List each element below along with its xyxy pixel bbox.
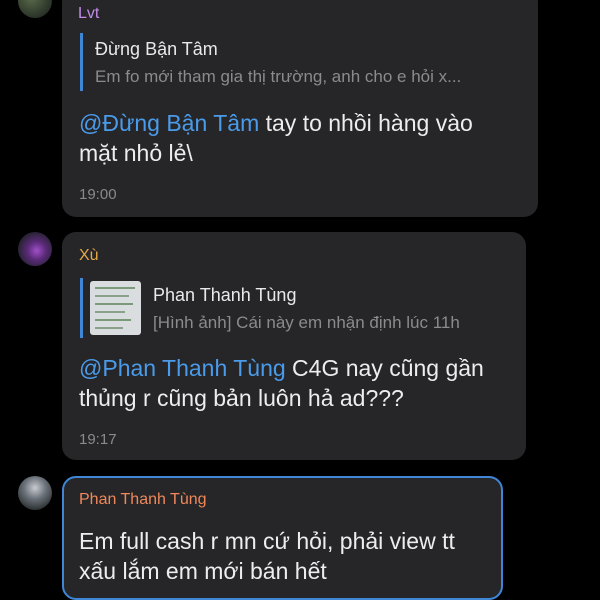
message-bubble[interactable]: Lvt Đừng Bận Tâm Em fo mới tham gia thị …: [62, 0, 538, 217]
message-line: Em full cash r mn cứ hỏi, phải view tt: [79, 528, 455, 554]
reply-snippet: [Hình ảnh] Cái này em nhận định lúc 11h: [153, 313, 460, 332]
message-text: @Đừng Bận Tâm tay to nhồi hàng vào mặt n…: [79, 108, 529, 168]
reply-preview[interactable]: Đừng Bận Tâm Em fo mới tham gia thị trườ…: [80, 33, 520, 91]
reply-snippet: Em fo mới tham gia thị trường, anh cho e…: [95, 67, 462, 86]
message-text: Em full cash r mn cứ hỏi, phải view tt x…: [79, 526, 499, 586]
message-line: C4G nay cũng gần: [285, 355, 484, 381]
avatar[interactable]: [18, 476, 52, 510]
mention-link[interactable]: @Phan Thanh Tùng: [79, 355, 286, 381]
chat-view: Lvt Đừng Bận Tâm Em fo mới tham gia thị …: [0, 0, 600, 600]
message-bubble-selected[interactable]: Phan Thanh Tùng Em full cash r mn cứ hỏi…: [62, 476, 503, 600]
message-line: mặt nhỏ lẻ\: [79, 140, 193, 166]
sender-name[interactable]: Xù: [79, 246, 99, 266]
message-bubble[interactable]: Xù Phan Thanh Tùng [Hình ảnh] Cái này em…: [62, 232, 526, 460]
message-time: 19:17: [79, 431, 117, 448]
message-line: tay to nhồi hàng vào: [259, 110, 473, 136]
reply-preview[interactable]: Phan Thanh Tùng [Hình ảnh] Cái này em nh…: [80, 278, 510, 338]
message-line: xấu lắm em mới bán hết: [79, 558, 327, 584]
reply-sender-name: Phan Thanh Tùng: [153, 285, 297, 305]
reply-sender-name: Đừng Bận Tâm: [95, 39, 218, 59]
sender-name[interactable]: Phan Thanh Tùng: [79, 490, 207, 510]
message-line: thủng r cũng bản luôn hả ad???: [79, 385, 404, 411]
reply-thumbnail: [90, 281, 141, 335]
message-text: @Phan Thanh Tùng C4G nay cũng gần thủng …: [79, 353, 519, 413]
mention-link[interactable]: @Đừng Bận Tâm: [79, 110, 259, 136]
message-time: 19:00: [79, 186, 117, 203]
avatar[interactable]: [18, 232, 52, 266]
avatar[interactable]: [18, 0, 52, 18]
sender-name[interactable]: Lvt: [78, 4, 99, 24]
